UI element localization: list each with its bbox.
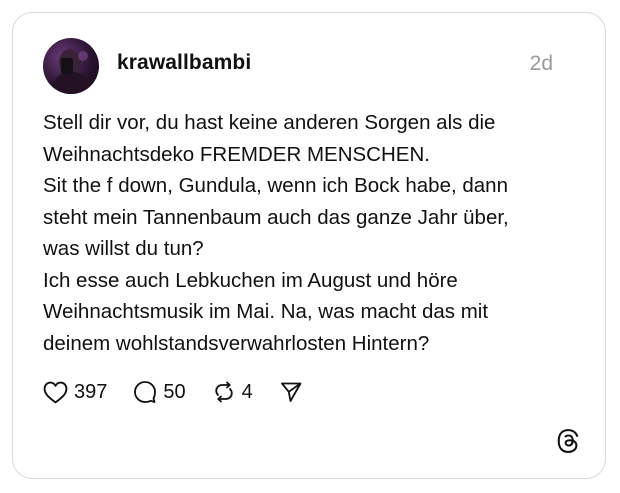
post-timestamp[interactable]: 2d — [530, 52, 553, 76]
repost-button[interactable]: 4 — [212, 380, 253, 404]
avatar[interactable] — [43, 38, 99, 94]
like-count: 397 — [74, 380, 108, 403]
post-text-line: was willst du tun? — [43, 237, 204, 260]
threads-logo-icon[interactable] — [555, 428, 581, 454]
post-text-line: Stell dir vor, du hast keine anderen Sor… — [43, 111, 496, 134]
post-text-line: Weihnachtsmusik im Mai. Na, was macht da… — [43, 300, 489, 323]
post-card: krawallbambi 2d Stell dir vor, du hast k… — [12, 12, 606, 479]
post-text-line: Weihnachtsdeko FREMDER MENSCHEN. — [43, 142, 430, 166]
repost-count: 4 — [241, 380, 253, 403]
post-text-line: Ich esse auch Lebkuchen im August und hö… — [43, 268, 458, 292]
post-text-line: deinem wohlstandsverwahrlosten Hintern? — [43, 331, 430, 355]
username[interactable]: krawallbambi — [117, 51, 251, 75]
post-text-line: Sit the f down, Gundula, wenn ich Bock h… — [43, 174, 508, 197]
heart-icon — [43, 381, 68, 403]
share-button[interactable] — [279, 380, 303, 404]
post-text-line: steht mein Tannenbaum auch das ganze Jah… — [43, 205, 509, 229]
send-icon — [280, 382, 302, 402]
repost-icon — [214, 381, 233, 403]
reply-count: 50 — [163, 380, 186, 403]
reply-button[interactable]: 50 — [133, 380, 186, 404]
avatar-image — [49, 49, 95, 94]
action-bar: 397 50 4 — [43, 377, 329, 407]
comment-bubble-icon — [134, 381, 157, 403]
like-button[interactable]: 397 — [43, 381, 107, 404]
post-body: Stell dir vor, du hast keine anderen Sor… — [43, 107, 583, 359]
